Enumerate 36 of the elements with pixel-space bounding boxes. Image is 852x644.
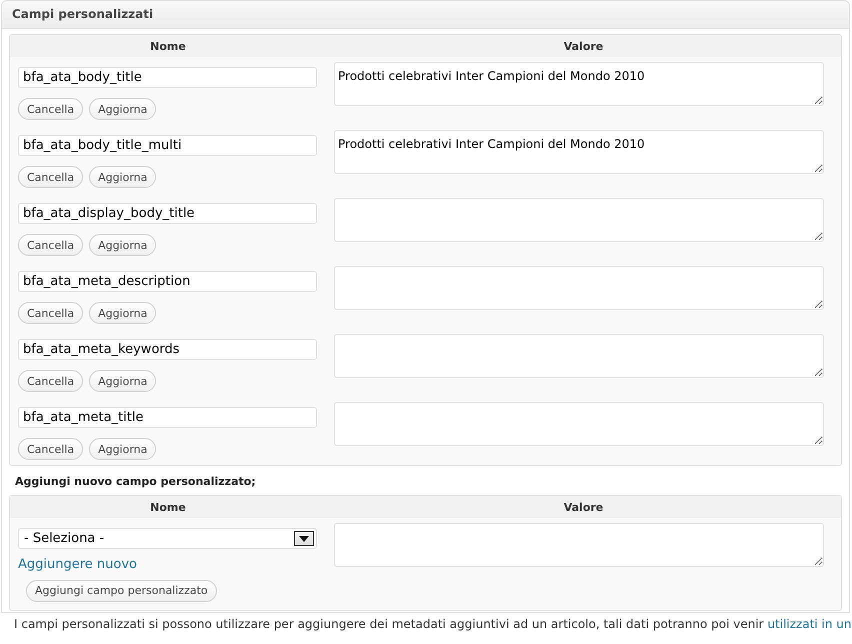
update-button[interactable]: Aggiorna: [89, 438, 156, 460]
update-button[interactable]: Aggiorna: [89, 370, 156, 392]
update-button[interactable]: Aggiorna: [89, 302, 156, 324]
panel-title: Campi personalizzati: [2, 1, 849, 29]
name-input[interactable]: bfa_ata_meta_keywords: [18, 339, 317, 360]
key-select[interactable]: - Seleziona -: [18, 528, 317, 549]
help-link[interactable]: utilizzati in un: [767, 616, 852, 630]
value-textarea[interactable]: [334, 334, 824, 378]
value-textarea[interactable]: [334, 198, 824, 242]
delete-button[interactable]: Cancella: [18, 370, 84, 392]
add-custom-field-button[interactable]: Aggiungi campo personalizzato: [26, 580, 217, 602]
delete-button[interactable]: Cancella: [18, 302, 84, 324]
delete-button[interactable]: Cancella: [18, 98, 84, 120]
name-input[interactable]: bfa_ata_body_title_multi: [18, 135, 317, 156]
value-textarea[interactable]: [334, 402, 824, 446]
update-button[interactable]: Aggiorna: [89, 234, 156, 256]
section-heading: Aggiungi nuovo campo personalizzato;: [15, 475, 257, 488]
delete-button[interactable]: Cancella: [18, 234, 84, 256]
value-textarea[interactable]: [334, 266, 824, 310]
value-textarea[interactable]: [334, 523, 824, 567]
name-input[interactable]: bfa_ata_body_title: [18, 67, 317, 88]
add-new-link[interactable]: Aggiungere nuovo: [18, 557, 138, 572]
value-textarea[interactable]: Prodotti celebrativi Inter Campioni del Mondo 2010: [334, 62, 824, 106]
column-header: Nome: [149, 500, 187, 514]
name-input[interactable]: bfa_ata_display_body_title: [18, 203, 317, 224]
help-text: I campi personalizzati si possono utilizzare per aggiungere dei metadati aggiuntivi ad un articolo, tali dati potranno poi venir utilizzati in un: [14, 616, 852, 630]
delete-button[interactable]: Cancella: [18, 166, 84, 188]
update-button[interactable]: Aggiorna: [89, 166, 156, 188]
update-button[interactable]: Aggiorna: [89, 98, 156, 120]
name-input[interactable]: bfa_ata_meta_description: [18, 271, 317, 292]
column-header: Valore: [562, 40, 604, 52]
column-header: Valore: [562, 500, 604, 514]
value-textarea[interactable]: Prodotti celebrativi Inter Campioni del Mondo 2010: [334, 130, 824, 174]
name-input[interactable]: bfa_ata_meta_title: [18, 407, 317, 428]
delete-button[interactable]: Cancella: [18, 438, 84, 460]
column-header: Nome: [149, 40, 187, 52]
